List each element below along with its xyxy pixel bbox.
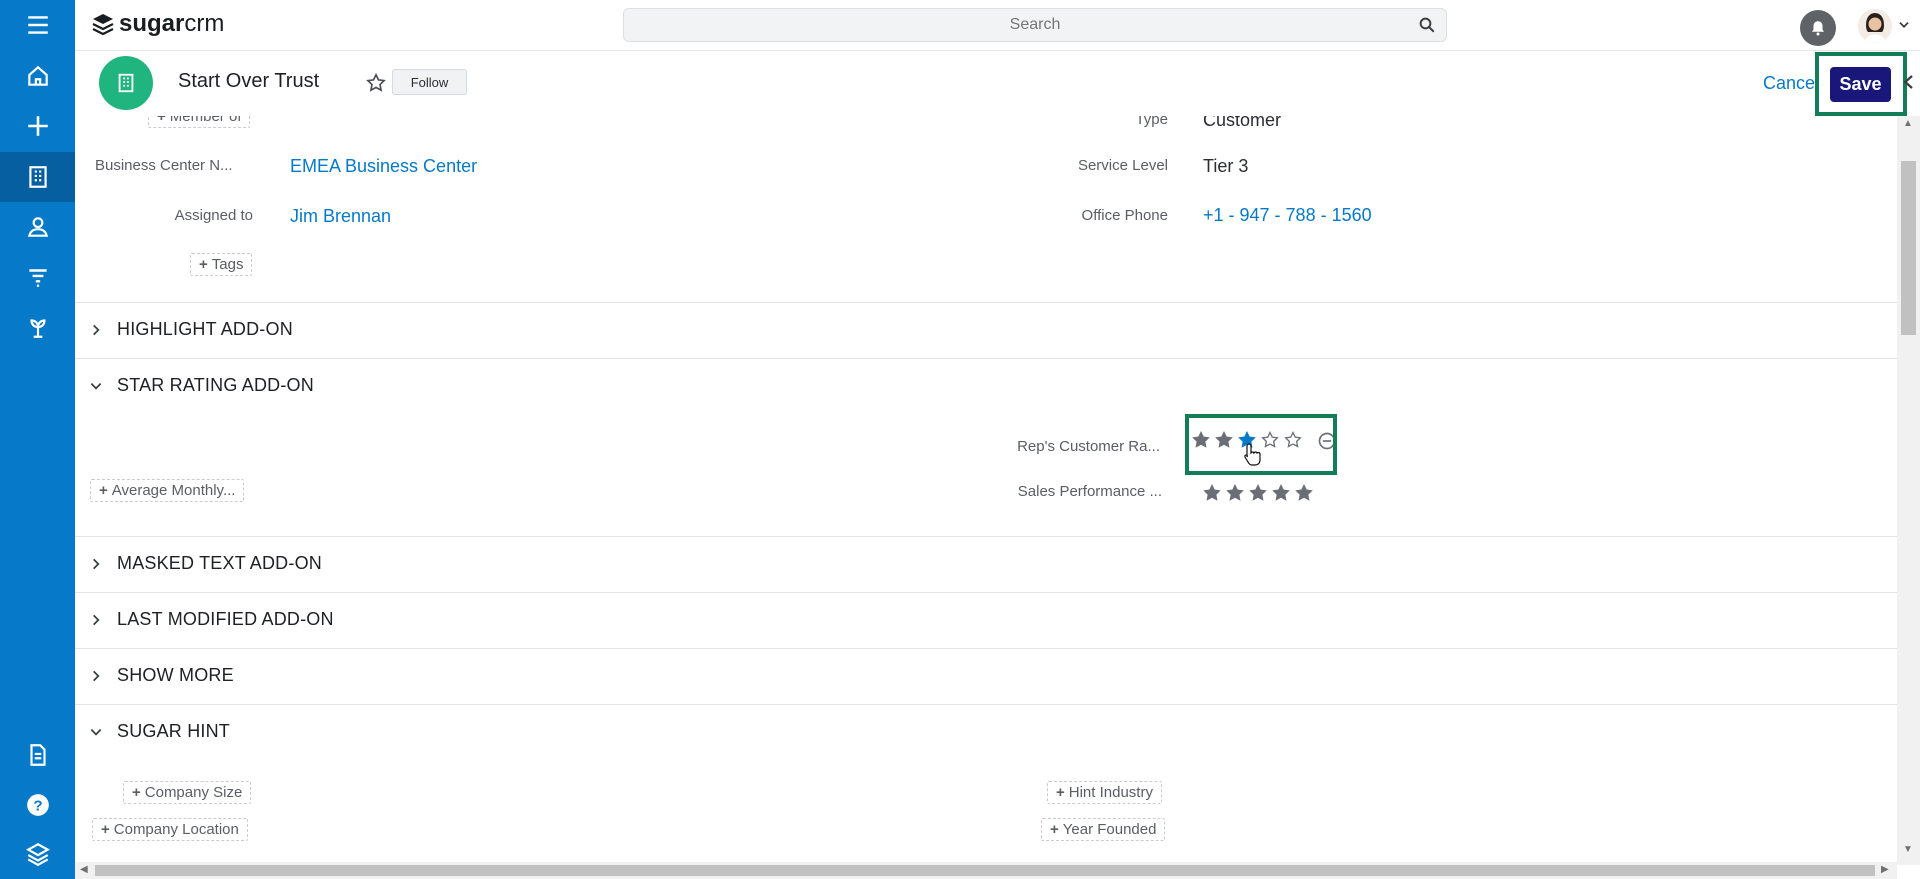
section-title: STAR RATING ADD-ON [117, 375, 314, 395]
tags-label: Tags [211, 256, 244, 273]
document-icon[interactable] [0, 730, 75, 780]
horizontal-scrollbar[interactable]: ◀ ▶ [75, 862, 1897, 879]
type-label: Type [1135, 116, 1168, 128]
section-star-rating-add-on[interactable]: STAR RATING ADD-ON [75, 358, 1897, 414]
scroll-left-arrow-icon[interactable]: ◀ [80, 864, 88, 875]
scroll-right-arrow-icon[interactable]: ▶ [1881, 864, 1889, 875]
hint-industry-label: Hint Industry [1068, 784, 1153, 801]
section-show-more[interactable]: SHOW MORE [75, 648, 1897, 704]
search-input[interactable] [624, 9, 1446, 41]
vertical-scroll-thumb[interactable] [1901, 161, 1916, 335]
record-header: Start Over Trust Follow Cancel Save [75, 51, 1913, 116]
notifications-bell-icon[interactable] [1800, 10, 1836, 46]
global-search[interactable] [623, 8, 1447, 42]
logo-text-bold: sugar [119, 10, 185, 37]
left-nav: ? [0, 0, 75, 879]
add-average-monthly-button[interactable]: + Average Monthly... [90, 479, 245, 502]
add-hint-industry-button[interactable]: + Hint Industry [1047, 781, 1162, 804]
top-bar: sugarcrm [75, 0, 1920, 51]
service-level-value[interactable]: Tier 3 [1203, 156, 1248, 177]
save-button-highlight [1815, 52, 1907, 116]
follow-button[interactable]: Follow [392, 69, 467, 95]
service-level-label: Service Level [1077, 157, 1168, 174]
account-record-icon [99, 56, 153, 110]
sales-performance-label: Sales Performance ... [1017, 483, 1162, 500]
help-icon[interactable]: ? [0, 780, 75, 830]
layers-icon[interactable] [0, 829, 75, 879]
cancel-button[interactable]: Cancel [1763, 73, 1819, 94]
plus-icon[interactable] [0, 101, 75, 151]
average-monthly-label: Average Monthly... [111, 482, 236, 499]
section-masked-text-add-on[interactable]: MASKED TEXT ADD-ON [75, 536, 1897, 592]
sugarcrm-logo[interactable]: sugarcrm [91, 10, 224, 38]
logo-text-light: crm [184, 10, 225, 37]
rating-highlight [1185, 414, 1337, 475]
chevron-right-icon [93, 558, 100, 570]
chevron-right-icon [93, 614, 100, 626]
app-root: ? sugarcrm Start Over Trust Follow Can [0, 0, 1920, 879]
search-icon[interactable] [1418, 16, 1436, 34]
section-title: LAST MODIFIED ADD-ON [117, 609, 334, 629]
vertical-scrollbar[interactable]: ▲ ▼ [1897, 116, 1920, 865]
section-title: MASKED TEXT ADD-ON [117, 553, 322, 573]
chevron-right-icon [93, 670, 100, 682]
section-title: SUGAR HINT [117, 721, 231, 741]
member-of-label: Member of [169, 116, 242, 125]
chevron-right-icon [93, 324, 100, 336]
star-icon [1203, 483, 1221, 501]
user-avatar[interactable] [1858, 9, 1892, 43]
filter-icon[interactable] [0, 252, 75, 302]
star-icon [1295, 483, 1313, 501]
business-center-label: Business Center N... [95, 157, 233, 174]
menu-icon[interactable] [0, 0, 75, 50]
year-founded-label: Year Founded [1062, 821, 1157, 838]
add-tags-button[interactable]: + Tags [190, 253, 253, 276]
assigned-to-label: Assigned to [174, 207, 253, 224]
company-size-label: Company Size [144, 784, 243, 801]
section-title: HIGHLIGHT ADD-ON [117, 319, 293, 339]
record-title: Start Over Trust [178, 70, 320, 92]
type-value[interactable]: Customer [1203, 116, 1281, 131]
contacts-icon[interactable] [0, 202, 75, 252]
section-sugar-hint[interactable]: SUGAR HINT [75, 704, 1897, 760]
add-company-location-button[interactable]: + Company Location [92, 818, 248, 841]
favorite-star-icon[interactable] [365, 72, 387, 94]
add-year-founded-button[interactable]: + Year Founded [1041, 818, 1166, 841]
sales-performance-stars [1202, 483, 1314, 503]
plant-icon[interactable] [0, 302, 75, 352]
add-company-size-button[interactable]: + Company Size [123, 781, 252, 804]
section-last-modified-add-on[interactable]: LAST MODIFIED ADD-ON [75, 592, 1897, 648]
chevron-down-icon [90, 383, 102, 390]
home-icon[interactable] [0, 51, 75, 101]
section-highlight-add-on[interactable]: HIGHLIGHT ADD-ON [75, 302, 1897, 358]
logo-icon [92, 14, 114, 36]
assigned-to-link[interactable]: Jim Brennan [290, 206, 391, 227]
chevron-down-icon [90, 729, 102, 736]
horizontal-scroll-thumb[interactable] [95, 865, 1875, 876]
star-icon [1226, 483, 1244, 501]
accounts-icon[interactable] [0, 152, 75, 202]
star-icon [1272, 483, 1290, 501]
scroll-down-arrow-icon[interactable]: ▼ [1903, 844, 1913, 855]
company-location-label: Company Location [113, 821, 239, 838]
collapse-pane-icon[interactable] [1900, 73, 1918, 91]
scroll-up-arrow-icon[interactable]: ▲ [1903, 118, 1913, 129]
svg-text:?: ? [33, 797, 42, 814]
star-icon [1249, 483, 1267, 501]
business-center-link[interactable]: EMEA Business Center [290, 156, 477, 177]
add-member-of-button[interactable]: + Member of [148, 116, 251, 128]
office-phone-link[interactable]: +1 - 947 - 788 - 1560 [1203, 205, 1372, 226]
office-phone-label: Office Phone [1081, 207, 1168, 224]
chevron-down-icon[interactable] [1897, 18, 1911, 32]
section-title: SHOW MORE [117, 665, 234, 685]
reps-rating-label: Rep's Customer Ra... [1017, 438, 1160, 455]
record-body: + Member of Type Customer Business Center… [75, 116, 1897, 865]
